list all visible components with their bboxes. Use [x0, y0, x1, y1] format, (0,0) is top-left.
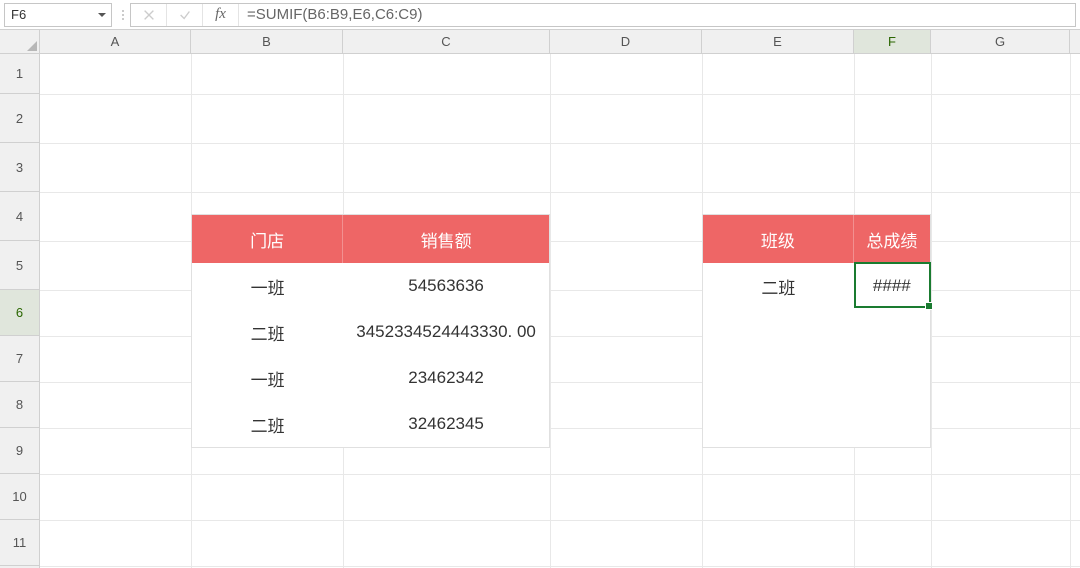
check-icon — [178, 8, 192, 22]
fx-icon: fx — [215, 6, 226, 23]
cell-F7[interactable] — [854, 309, 930, 355]
chevron-down-icon — [98, 13, 106, 17]
row-header-5[interactable]: 5 — [0, 241, 39, 290]
table-row[interactable] — [703, 309, 930, 355]
th-sales: 销售额 — [343, 215, 549, 263]
table-header-row: 班级 总成绩 — [703, 215, 930, 263]
th-store: 门店 — [192, 215, 343, 263]
cell-B8[interactable]: 一班 — [192, 355, 343, 401]
select-all-corner[interactable] — [0, 30, 40, 54]
col-header-G[interactable]: G — [931, 30, 1070, 53]
confirm-formula-button[interactable] — [167, 4, 203, 26]
name-box[interactable]: F6 — [4, 3, 112, 27]
divider-icon — [116, 10, 130, 20]
table-row[interactable] — [703, 355, 930, 401]
table-row[interactable]: 二班 32462345 — [192, 401, 549, 447]
row-header-9[interactable]: 9 — [0, 428, 39, 474]
table-class: 班级 总成绩 二班 #### — [702, 214, 931, 448]
col-header-B[interactable]: B — [191, 30, 343, 53]
close-icon — [142, 8, 156, 22]
table-row[interactable]: 二班 #### — [703, 263, 930, 309]
cell-E9[interactable] — [703, 401, 854, 447]
row-header-11[interactable]: 11 — [0, 520, 39, 566]
row-header-2[interactable]: 2 — [0, 94, 39, 143]
cell-B7[interactable]: 二班 — [192, 309, 343, 355]
table-row[interactable]: 一班 23462342 — [192, 355, 549, 401]
row-header-3[interactable]: 3 — [0, 143, 39, 192]
cell-C6[interactable]: 54563636 — [343, 263, 549, 309]
column-headers: A B C D E F G — [40, 30, 1080, 54]
col-header-A[interactable]: A — [40, 30, 191, 53]
col-header-E[interactable]: E — [702, 30, 854, 53]
spreadsheet-grid: A B C D E F G 123456789101112 门店 销售额 一班 … — [0, 30, 1080, 568]
cell-E7[interactable] — [703, 309, 854, 355]
row-header-4[interactable]: 4 — [0, 192, 39, 241]
cell-C8[interactable]: 23462342 — [343, 355, 549, 401]
table-row[interactable] — [703, 401, 930, 447]
row-header-7[interactable]: 7 — [0, 336, 39, 382]
table-header-row: 门店 销售额 — [192, 215, 549, 263]
row-header-10[interactable]: 10 — [0, 474, 39, 520]
th-class: 班级 — [703, 215, 854, 263]
row-header-8[interactable]: 8 — [0, 382, 39, 428]
table-row[interactable]: 一班 54563636 — [192, 263, 549, 309]
col-header-F[interactable]: F — [854, 30, 931, 53]
row-headers: 123456789101112 — [0, 54, 40, 568]
col-header-C[interactable]: C — [343, 30, 550, 53]
col-header-D[interactable]: D — [550, 30, 702, 53]
cell-B6[interactable]: 一班 — [192, 263, 343, 309]
table-sales: 门店 销售额 一班 54563636 二班 3452334524443330. … — [191, 214, 550, 448]
row-header-1[interactable]: 1 — [0, 54, 39, 94]
cell-C9[interactable]: 32462345 — [343, 401, 549, 447]
cell-F6[interactable]: #### — [854, 263, 930, 309]
cell-E6[interactable]: 二班 — [703, 263, 854, 309]
th-total: 总成绩 — [854, 215, 930, 263]
formula-box: fx — [130, 3, 1076, 27]
table-row[interactable]: 二班 3452334524443330. 00 — [192, 309, 549, 355]
cell-C7[interactable]: 3452334524443330. 00 — [343, 309, 549, 355]
insert-function-button[interactable]: fx — [203, 4, 239, 26]
cell-area[interactable]: 门店 销售额 一班 54563636 二班 3452334524443330. … — [40, 54, 1080, 568]
cell-F8[interactable] — [854, 355, 930, 401]
cancel-formula-button[interactable] — [131, 4, 167, 26]
name-box-value: F6 — [11, 7, 26, 22]
formula-input[interactable] — [239, 4, 1075, 26]
formula-bar: F6 fx — [0, 0, 1080, 30]
cell-B9[interactable]: 二班 — [192, 401, 343, 447]
cell-F9[interactable] — [854, 401, 930, 447]
cell-E8[interactable] — [703, 355, 854, 401]
row-header-6[interactable]: 6 — [0, 290, 39, 336]
